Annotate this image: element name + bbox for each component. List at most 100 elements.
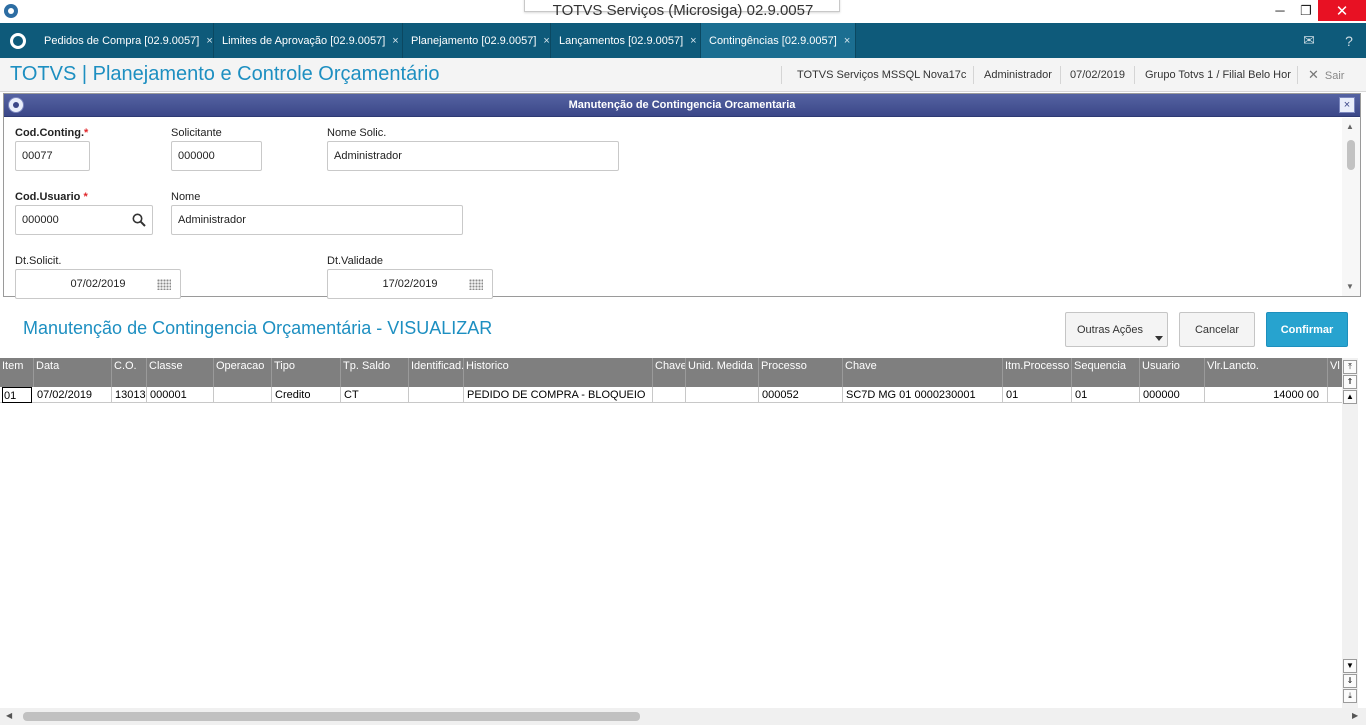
module-tab-bar: Pedidos de Compra [02.9.0057] × Limites … — [0, 23, 1366, 58]
tab-planejamento[interactable]: Planejamento [02.9.0057] × — [403, 23, 551, 58]
tab-pedidos-de-compra[interactable]: Pedidos de Compra [02.9.0057] × — [36, 23, 214, 58]
column-header[interactable]: Itm.Processo — [1003, 358, 1072, 387]
exit-button[interactable]: ✕ Sair — [1308, 67, 1344, 83]
column-header[interactable]: C.O. — [112, 358, 147, 387]
scroll-up-icon[interactable]: ▲ — [1346, 122, 1354, 131]
tab-label: Pedidos de Compra [02.9.0057] — [44, 34, 200, 47]
cancel-button[interactable]: Cancelar — [1179, 312, 1255, 347]
column-header[interactable]: Processo — [759, 358, 843, 387]
tab-limites-de-aprovacao[interactable]: Limites de Aprovação [02.9.0057] × — [214, 23, 403, 58]
tab-label: Limites de Aprovação [02.9.0057] — [222, 34, 386, 47]
dt-solicit-field[interactable]: 07/02/2019 — [15, 269, 181, 299]
grid-vertical-scrollbar[interactable]: ⤒ ⇑ ▲ ▼ ⇓ ⤓ — [1342, 358, 1358, 708]
column-header[interactable]: Tp. Saldo — [341, 358, 409, 387]
confirm-button[interactable]: Confirmar — [1266, 312, 1348, 347]
cell-unid-medida[interactable] — [686, 387, 759, 403]
column-header[interactable]: Usuario — [1140, 358, 1205, 387]
dialog-scrollbar[interactable]: ▲ ▼ — [1342, 118, 1360, 296]
cell-tp-saldo[interactable]: CT — [341, 387, 409, 403]
required-marker: * — [84, 127, 89, 139]
close-icon: ✕ — [1308, 67, 1319, 82]
cell-classe[interactable]: 000001 — [147, 387, 214, 403]
page-down-icon[interactable]: ⇓ — [1343, 674, 1357, 688]
dt-validade-field[interactable]: 17/02/2019 — [327, 269, 493, 299]
scroll-top-icon[interactable]: ⤒ — [1343, 360, 1357, 374]
cod-usuario-field[interactable]: 000000 — [15, 205, 153, 235]
tab-lancamentos[interactable]: Lançamentos [02.9.0057] × — [551, 23, 701, 58]
column-header[interactable]: Unid. Medida — [686, 358, 759, 387]
scroll-right-icon[interactable]: ▶ — [1352, 711, 1358, 720]
nome-solic-field[interactable]: Administrador — [327, 141, 619, 171]
tab-close-icon[interactable]: × — [844, 35, 850, 47]
scroll-left-icon[interactable]: ◀ — [6, 711, 12, 720]
tab-label: Contingências [02.9.0057] — [709, 34, 837, 47]
cell-sequencia[interactable]: 01 — [1072, 387, 1140, 403]
column-header[interactable]: Historico — [464, 358, 653, 387]
column-header[interactable]: Chave — [653, 358, 686, 387]
tab-contingencias[interactable]: Contingências [02.9.0057] × — [701, 23, 856, 58]
dt-validade-value: 17/02/2019 — [382, 278, 438, 290]
solicitante-field[interactable]: 000000 — [171, 141, 262, 171]
column-header[interactable]: Classe — [147, 358, 214, 387]
solicitante-label: Solicitante — [171, 127, 222, 139]
grid-horizontal-scrollbar[interactable]: ◀ ▶ — [0, 708, 1366, 725]
scroll-up-icon[interactable]: ▲ — [1343, 390, 1357, 404]
cell-tipo[interactable]: Credito — [272, 387, 341, 403]
cod-conting-field[interactable]: 00077 — [15, 141, 90, 171]
cell-identificad[interactable] — [409, 387, 464, 403]
table-row[interactable]: 01 07/02/2019 13013 000001 Credito CT PE… — [0, 387, 1342, 403]
scroll-down-icon[interactable]: ▼ — [1343, 659, 1357, 673]
cell-historico[interactable]: PEDIDO DE COMPRA - BLOQUEIO — [464, 387, 653, 403]
cell-usuario[interactable]: 000000 — [1140, 387, 1205, 403]
calendar-icon[interactable] — [469, 279, 483, 290]
cell-chave[interactable] — [653, 387, 686, 403]
cell-operacao[interactable] — [214, 387, 272, 403]
cell-vl[interactable] — [1328, 387, 1342, 403]
calendar-icon[interactable] — [157, 279, 171, 290]
column-header[interactable]: Item — [0, 358, 34, 387]
nome-field[interactable]: Administrador — [171, 205, 463, 235]
scroll-thumb[interactable] — [1347, 140, 1355, 170]
tab-label: Planejamento [02.9.0057] — [411, 34, 537, 47]
tab-close-icon[interactable]: × — [206, 35, 212, 47]
dialog-titlebar: Manutenção de Contingencia Orcamentaria … — [4, 94, 1360, 117]
tab-close-icon[interactable]: × — [543, 35, 549, 47]
cell-vlr-lancto[interactable]: 14000 00 — [1205, 387, 1328, 403]
nome-solic-label: Nome Solic. — [327, 127, 387, 139]
help-icon[interactable]: ? — [1334, 23, 1364, 58]
home-icon[interactable] — [0, 23, 36, 58]
column-header[interactable]: Sequencia — [1072, 358, 1140, 387]
tab-close-icon[interactable]: × — [690, 35, 696, 47]
dt-solicit-value: 07/02/2019 — [70, 278, 126, 290]
search-icon[interactable] — [132, 213, 146, 227]
scroll-thumb[interactable] — [23, 712, 640, 721]
scroll-bottom-icon[interactable]: ⤓ — [1343, 689, 1357, 703]
column-header[interactable]: Identificad. — [409, 358, 464, 387]
header-divider — [1297, 66, 1298, 84]
header-divider — [973, 66, 974, 84]
page-up-icon[interactable]: ⇑ — [1343, 375, 1357, 389]
tab-label: Lançamentos [02.9.0057] — [559, 34, 684, 47]
column-header[interactable]: Operacao — [214, 358, 272, 387]
cell-item[interactable]: 01 — [2, 387, 32, 403]
dt-solicit-label: Dt.Solicit. — [15, 255, 62, 267]
mail-icon[interactable]: ✉ — [1294, 23, 1324, 58]
cell-co[interactable]: 13013 — [112, 387, 147, 403]
cod-usuario-label: Cod.Usuario * — [15, 191, 88, 203]
cell-chave-processo[interactable]: SC7D MG 01 0000230001 — [843, 387, 1003, 403]
column-header[interactable]: Chave — [843, 358, 1003, 387]
cell-processo[interactable]: 000052 — [759, 387, 843, 403]
close-window-button[interactable]: ✕ — [1318, 0, 1366, 21]
scroll-down-icon[interactable]: ▼ — [1346, 282, 1354, 291]
cell-itm-processo[interactable]: 01 — [1003, 387, 1072, 403]
tab-close-icon[interactable]: × — [392, 35, 398, 47]
outras-acoes-button[interactable]: Outras Ações — [1065, 312, 1168, 347]
column-header[interactable]: Tipo — [272, 358, 341, 387]
dialog-close-button[interactable]: × — [1339, 97, 1355, 113]
header-divider — [1134, 66, 1135, 84]
column-header[interactable]: Vlr.Lancto. — [1205, 358, 1328, 387]
cell-data[interactable]: 07/02/2019 — [34, 387, 112, 403]
grid-header: Item Data C.O. Classe Operacao Tipo Tp. … — [0, 358, 1342, 387]
column-header[interactable]: Data — [34, 358, 112, 387]
column-header[interactable]: Vl — [1328, 358, 1342, 387]
